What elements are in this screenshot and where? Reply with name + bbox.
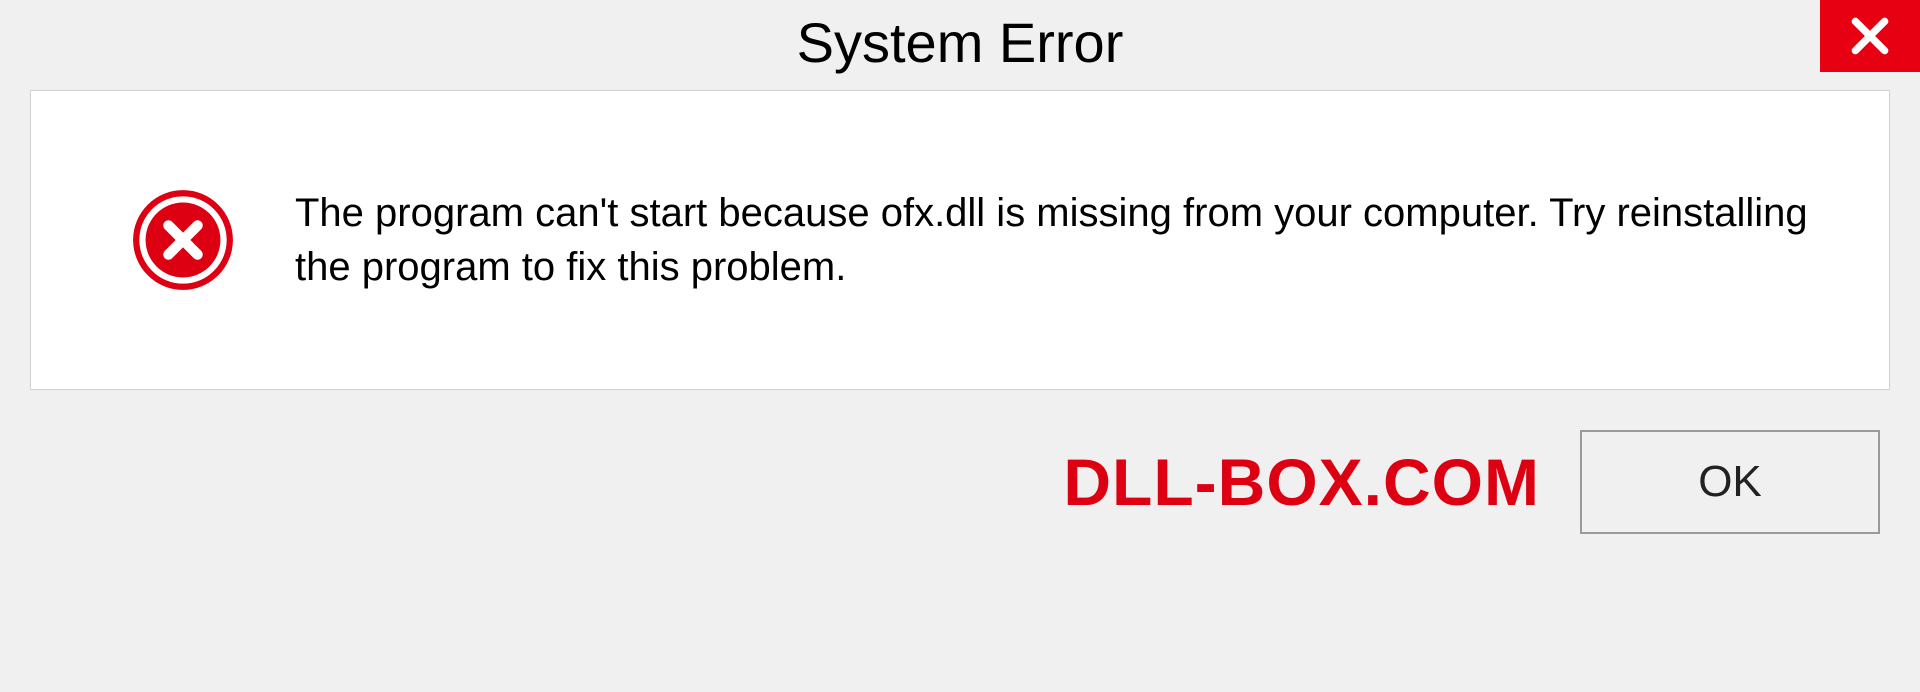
- window-title: System Error: [797, 10, 1124, 75]
- close-icon: [1848, 14, 1892, 58]
- error-message: The program can't start because ofx.dll …: [295, 186, 1809, 294]
- content-panel: The program can't start because ofx.dll …: [30, 90, 1890, 390]
- error-icon: [131, 188, 235, 292]
- footer: DLL-BOX.COM OK: [0, 390, 1920, 534]
- close-button[interactable]: [1820, 0, 1920, 72]
- titlebar: System Error: [0, 0, 1920, 90]
- ok-button[interactable]: OK: [1580, 430, 1880, 534]
- watermark-text: DLL-BOX.COM: [1063, 444, 1540, 520]
